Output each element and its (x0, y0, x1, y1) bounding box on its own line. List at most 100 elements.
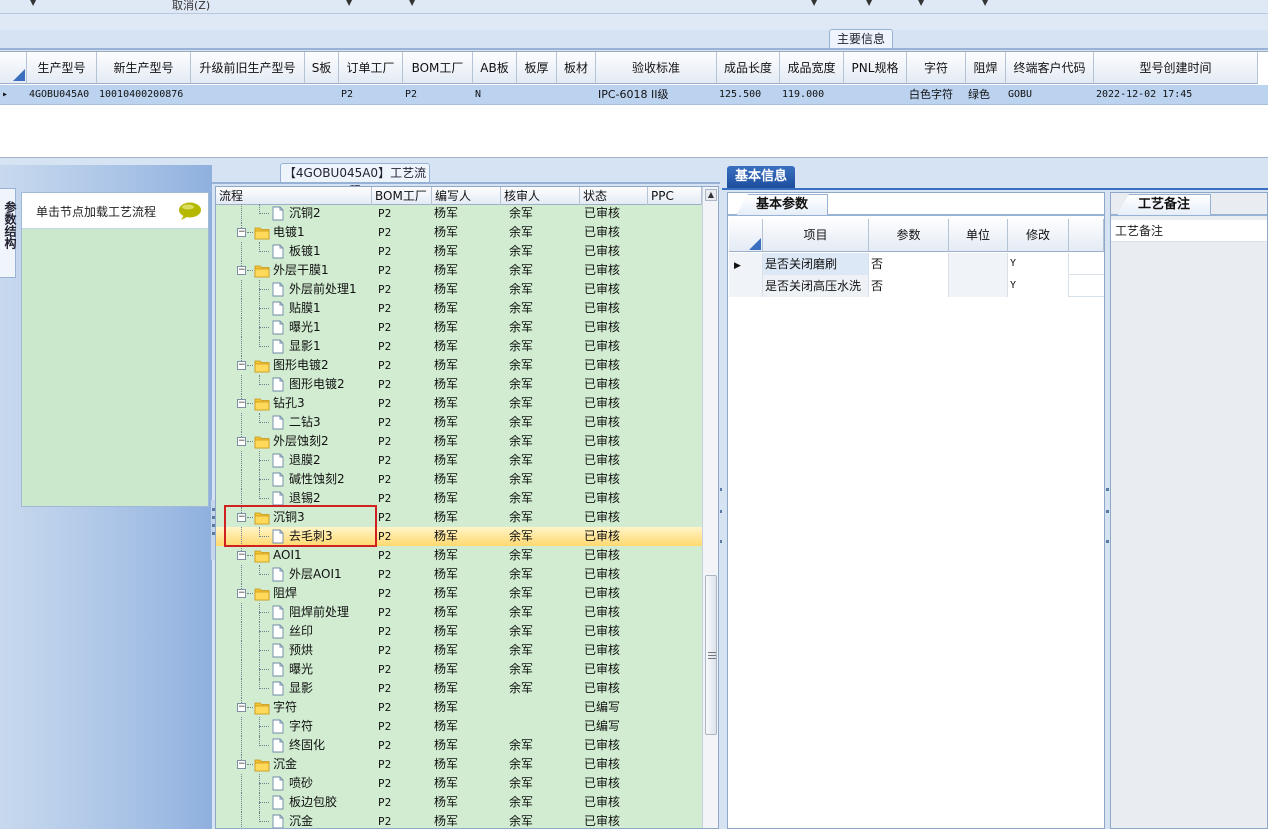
tree-item-row[interactable]: 二钻3 P2 杨军 余军 已审核 (216, 413, 702, 432)
tree-item-row[interactable]: 终固化 P2 杨军 余军 已审核 (216, 736, 702, 755)
tree-item-row[interactable]: 预烘 P2 杨军 余军 已审核 (216, 641, 702, 660)
dropdown-arrow-icon[interactable]: ▼ (918, 0, 924, 7)
tree-item-row[interactable]: 碱性蚀刻2 P2 杨军 余军 已审核 (216, 470, 702, 489)
tree-folder-row[interactable]: − AOI1 P2 杨军 余军 已审核 (216, 546, 702, 565)
collapse-toggle-icon[interactable]: − (237, 361, 246, 370)
dropdown-arrow-icon[interactable]: ▼ (811, 0, 817, 7)
tree-item-row[interactable]: 喷砂 P2 杨军 余军 已审核 (216, 774, 702, 793)
row-indicator (729, 275, 763, 297)
collapse-toggle-icon[interactable]: − (237, 760, 246, 769)
column-header[interactable]: BOM工厂 (403, 52, 473, 84)
table-row[interactable]: ▸ 4GOBU045A0 10010400200876 P2 P2 N IPC-6018 I… (0, 85, 1268, 105)
tree-item-row[interactable]: 沉金 P2 杨军 余军 已审核 (216, 812, 702, 828)
param-cell-param[interactable]: 否 (869, 275, 949, 297)
tree-item-row[interactable]: 曝光 P2 杨军 余军 已审核 (216, 660, 702, 679)
tab-main-info[interactable]: 主要信息 (829, 29, 893, 49)
tree-column-header[interactable]: 流程 (216, 187, 372, 205)
tree-item-row[interactable]: 板镀1 P2 杨军 余军 已审核 (216, 242, 702, 261)
dropdown-arrow-icon[interactable]: ▼ (982, 0, 988, 7)
tree-item-row[interactable]: 阻焊前处理 P2 杨军 余军 已审核 (216, 603, 702, 622)
cancel-button[interactable]: 取消(Z) (172, 0, 210, 12)
tree-item-row[interactable]: 沉铜2 P2 杨军 余军 已审核 (216, 204, 702, 223)
tree-folder-row[interactable]: − 外层蚀刻2 P2 杨军 余军 已审核 (216, 432, 702, 451)
column-header[interactable]: 字符 (907, 52, 966, 84)
column-header[interactable]: 成品长度 (717, 52, 780, 84)
tree-folder-row[interactable]: − 电镀1 P2 杨军 余军 已审核 (216, 223, 702, 242)
tree-folder-row[interactable]: − 钻孔3 P2 杨军 余军 已审核 (216, 394, 702, 413)
column-header[interactable]: 升级前旧生产型号 (191, 52, 305, 84)
dropdown-arrow-icon[interactable]: ▼ (409, 0, 415, 7)
collapse-toggle-icon[interactable]: − (237, 228, 246, 237)
splitter[interactable] (0, 157, 1268, 165)
tree-item-row[interactable]: 显影1 P2 杨军 余军 已审核 (216, 337, 702, 356)
table-row[interactable]: 是否关闭高压水洗否 Y (729, 275, 1104, 297)
column-header[interactable]: 项目 (763, 219, 869, 252)
tree-folder-row[interactable]: − 沉金 P2 杨军 余军 已审核 (216, 755, 702, 774)
dropdown-arrow-icon[interactable]: ▼ (866, 0, 872, 7)
tree-column-header[interactable]: 核审人 (501, 187, 580, 205)
collapse-toggle-icon[interactable]: − (237, 437, 246, 446)
tree-cell-reviewer: 余军 (509, 358, 534, 372)
tree-item-row[interactable]: 丝印 P2 杨军 余军 已审核 (216, 622, 702, 641)
tree-folder-row[interactable]: − 图形电镀2 P2 杨军 余军 已审核 (216, 356, 702, 375)
document-icon (272, 624, 284, 639)
column-header[interactable]: 板材 (557, 52, 596, 84)
tree-item-row[interactable]: 显影 P2 杨军 余军 已审核 (216, 679, 702, 698)
column-header[interactable]: 修改 (1008, 219, 1069, 252)
tree-item-row[interactable]: 退膜2 P2 杨军 余军 已审核 (216, 451, 702, 470)
tree-folder-row[interactable]: − 字符 P2 杨军 已编写 (216, 698, 702, 717)
param-cell-modify[interactable]: Y (1008, 275, 1069, 297)
load-process-box[interactable]: 单击节点加载工艺流程 (21, 192, 209, 507)
collapse-toggle-icon[interactable]: − (237, 551, 246, 560)
tree-item-row[interactable]: 图形电镀2 P2 杨军 余军 已审核 (216, 375, 702, 394)
tree-column-header[interactable]: BOM工厂 (372, 187, 432, 205)
tree-item-row[interactable]: 贴膜1 P2 杨军 余军 已审核 (216, 299, 702, 318)
tree-cell-reviewer: 余军 (509, 415, 534, 429)
collapse-toggle-icon[interactable]: − (237, 399, 246, 408)
dropdown-arrow-icon[interactable]: ▼ (346, 0, 352, 7)
tree-column-header[interactable]: PPC (648, 187, 702, 205)
tree-item-row[interactable]: 字符 P2 杨军 已编写 (216, 717, 702, 736)
tree-column-header[interactable]: 状态 (580, 187, 648, 205)
param-cell-param[interactable]: 否 (869, 253, 949, 275)
column-header[interactable]: 板厚 (517, 52, 557, 84)
table-row[interactable]: ▶ 是否关闭磨刷否 Y (729, 253, 1104, 275)
tree-column-header[interactable]: 编写人 (432, 187, 501, 205)
tab-basic-info[interactable]: 基本信息 (727, 166, 795, 188)
collapse-toggle-icon[interactable]: − (237, 266, 246, 275)
scroll-thumb[interactable] (705, 575, 717, 735)
column-header[interactable]: 新生产型号 (97, 52, 191, 84)
tree-item-row[interactable]: 外层前处理1 P2 杨军 余军 已审核 (216, 280, 702, 299)
tree-cell-bom: P2 (378, 359, 392, 372)
column-header[interactable]: 型号创建时间 (1094, 52, 1258, 84)
column-header[interactable]: AB板 (473, 52, 517, 84)
tree-item-row[interactable]: 曝光1 P2 杨军 余军 已审核 (216, 318, 702, 337)
collapse-toggle-icon[interactable]: − (237, 589, 246, 598)
tab-param-structure[interactable]: 参数结构 (0, 188, 17, 278)
document-icon (272, 662, 284, 677)
tree-item-row[interactable]: 板边包胶 P2 杨军 余军 已审核 (216, 793, 702, 812)
tab-remarks[interactable]: 工艺备注 (1117, 194, 1211, 215)
column-header[interactable]: 阻焊 (966, 52, 1006, 84)
scroll-up-icon[interactable]: ▲ (705, 189, 717, 201)
tab-basic-params[interactable]: 基本参数 (736, 194, 828, 215)
column-header[interactable]: 参数 (869, 219, 949, 252)
tree-item-row[interactable]: 外层AOI1 P2 杨军 余军 已审核 (216, 565, 702, 584)
column-header[interactable]: PNL规格 (844, 52, 907, 84)
tree-folder-row[interactable]: − 外层干膜1 P2 杨军 余军 已审核 (216, 261, 702, 280)
document-icon (272, 605, 284, 620)
column-header[interactable]: 终端客户代码 (1006, 52, 1094, 84)
column-header[interactable]: 成品宽度 (780, 52, 844, 84)
tree-folder-row[interactable]: − 阻焊 P2 杨军 余军 已审核 (216, 584, 702, 603)
column-header[interactable]: 生产型号 (27, 52, 97, 84)
column-header[interactable]: S板 (305, 52, 339, 84)
document-icon (272, 301, 284, 316)
tree-node-label: 外层干膜1 (273, 263, 329, 277)
param-cell-modify[interactable]: Y (1008, 253, 1069, 275)
collapse-toggle-icon[interactable]: − (237, 703, 246, 712)
tree-scrollbar[interactable]: ▲ (702, 187, 718, 828)
column-header[interactable]: 单位 (949, 219, 1008, 252)
column-header[interactable]: 验收标准 (596, 52, 717, 84)
dropdown-arrow-icon[interactable]: ▼ (30, 0, 36, 7)
column-header[interactable]: 订单工厂 (339, 52, 403, 84)
